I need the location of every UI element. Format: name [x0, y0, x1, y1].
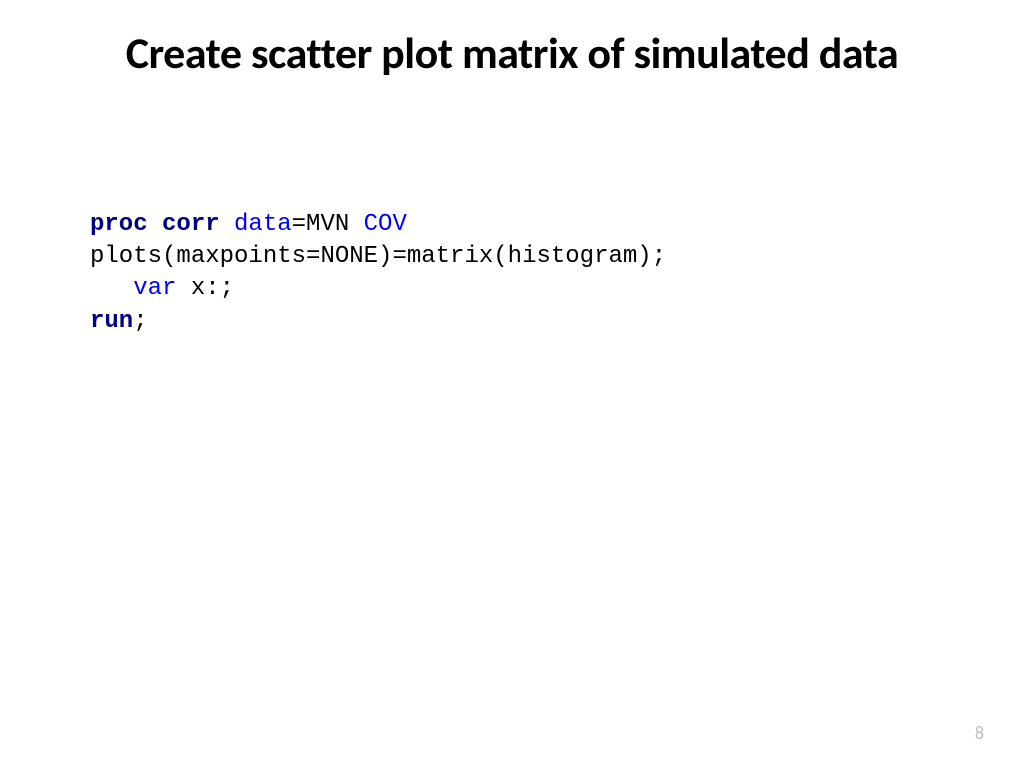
code-indent — [90, 275, 133, 302]
kw-data: data — [234, 211, 292, 238]
code-text: ; — [133, 308, 147, 335]
code-block: proc corr data=MVN COV plots(maxpoints=N… — [90, 209, 934, 339]
code-text: =MVN — [292, 211, 364, 238]
page-number: 8 — [975, 722, 984, 744]
kw-corr: corr — [162, 211, 234, 238]
kw-var: var — [133, 275, 176, 302]
code-text: x:; — [176, 275, 234, 302]
kw-run: run — [90, 308, 133, 335]
kw-cov: COV — [364, 211, 407, 238]
code-text: plots(maxpoints=NONE)=matrix(histogram); — [90, 243, 666, 270]
kw-proc: proc — [90, 211, 162, 238]
slide-title: Create scatter plot matrix of simulated … — [90, 28, 934, 79]
slide-container: Create scatter plot matrix of simulated … — [0, 0, 1024, 768]
